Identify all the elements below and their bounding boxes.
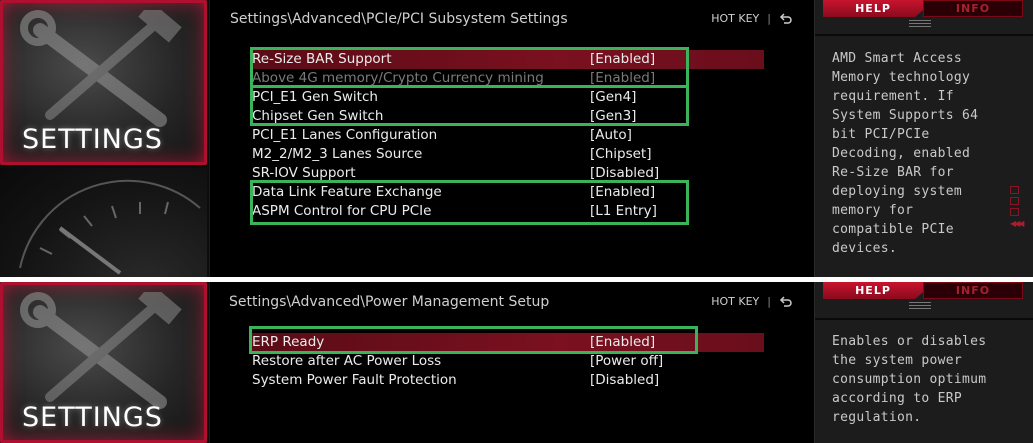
setting-data-link-feature[interactable]: Data Link Feature Exchange [Enabled] [252,183,764,202]
scroll-arrows-icon[interactable]: ◀◀◀ [1010,219,1024,228]
side-menu: SETTINGS [0,0,210,277]
setting-label: SR-IOV Support [252,165,356,181]
setting-value[interactable]: [Auto] [590,126,632,145]
setting-m2-lanes-source[interactable]: M2_2/M2_3 Lanes Source [Chipset] [252,145,764,164]
setting-value[interactable]: [Enabled] [590,333,655,352]
setting-value[interactable]: [Disabled] [590,164,659,183]
settings-list: ERP Ready [Enabled] Restore after AC Pow… [252,333,764,390]
setting-restore-ac-power[interactable]: Restore after AC Power Loss [Power off] [252,352,764,371]
gauge-icon [19,179,201,275]
setting-value[interactable]: [Enabled] [590,50,655,69]
back-arrow-icon[interactable] [779,295,792,308]
help-text: Enables or disables the system power con… [832,334,987,425]
hotkey-bar: HOT KEY | [711,295,792,308]
hotkey-separator: | [767,12,771,25]
grip-icon [909,20,931,29]
setting-value[interactable]: [Chipset] [590,145,651,164]
setting-value[interactable]: [Disabled] [590,371,659,390]
hotkey-separator: | [767,295,771,308]
setting-sr-iov[interactable]: SR-IOV Support [Disabled] [252,164,764,183]
help-text: AMD Smart Access Memory technology requi… [832,51,979,256]
setting-value[interactable]: [L1 Entry] [590,202,657,221]
scroll-step-icon [1010,186,1019,194]
settings-main: Settings\Advanced\PCIe/PCI Subsystem Set… [212,0,810,277]
setting-above-4g: Above 4G memory/Crypto Currency mining [… [252,69,764,88]
setting-value[interactable]: [Power off] [590,352,663,371]
side-menu: SETTINGS [0,282,210,443]
setting-pcie1-lanes-config[interactable]: PCI_E1 Lanes Configuration [Auto] [252,126,764,145]
tab-info[interactable]: INFO [923,0,1023,17]
scroll-step-icon [1010,208,1019,216]
setting-label: Chipset Gen Switch [252,108,384,124]
breadcrumb: Settings\Advanced\PCIe/PCI Subsystem Set… [230,11,568,27]
help-tabs: HELP INFO [819,282,1031,309]
grip-icon [909,302,931,311]
help-divider [815,34,1033,36]
back-arrow-icon[interactable] [779,12,792,25]
setting-label: ERP Ready [252,334,325,350]
setting-power-fault-protection[interactable]: System Power Fault Protection [Disabled] [252,371,764,390]
help-panel: HELP INFO AMD Smart Access Memory techno… [814,0,1033,277]
hotkey-label[interactable]: HOT KEY [711,295,759,308]
setting-erp-ready[interactable]: ERP Ready [Enabled] [252,333,764,352]
setting-label: ASPM Control for CPU PCIe [252,203,432,219]
setting-label: Data Link Feature Exchange [252,184,442,200]
settings-tile-label: SETTINGS [22,402,163,433]
setting-aspm-cpu-pcie[interactable]: ASPM Control for CPU PCIe [L1 Entry] [252,202,764,221]
setting-label: Re-Size BAR Support [252,51,392,67]
setting-label: PCI_E1 Lanes Configuration [252,127,438,143]
settings-tile[interactable]: SETTINGS [0,282,207,443]
setting-pcie1-gen-switch[interactable]: PCI_E1 Gen Switch [Gen4] [252,88,764,107]
breadcrumb: Settings\Advanced\Power Management Setup [229,294,550,310]
settings-main: Settings\Advanced\Power Management Setup… [212,282,810,443]
gauge-tile[interactable] [0,168,207,277]
tab-help[interactable]: HELP [823,282,923,299]
settings-list: Re-Size BAR Support [Enabled] Above 4G m… [252,50,764,221]
setting-label: Restore after AC Power Loss [252,353,442,369]
scroll-step-icon [1010,197,1019,205]
setting-value[interactable]: [Gen3] [590,107,636,126]
setting-resize-bar[interactable]: Re-Size BAR Support [Enabled] [252,50,764,69]
tab-help[interactable]: HELP [823,0,923,17]
help-scrollbar[interactable]: ◀◀◀ [1010,186,1024,228]
setting-label: PCI_E1 Gen Switch [252,89,378,105]
pcie-settings-panel: SETTINGS Settings\Advanced\PCIe/PCI Subs… [0,0,1033,277]
help-divider [815,318,1033,320]
setting-label: M2_2/M2_3 Lanes Source [252,146,423,162]
setting-value: [Enabled] [590,70,656,86]
hotkey-bar: HOT KEY | [711,12,792,25]
settings-tile[interactable]: SETTINGS [0,0,207,165]
setting-label: Above 4G memory/Crypto Currency mining [252,70,544,86]
setting-value[interactable]: [Enabled] [590,183,655,202]
setting-label: System Power Fault Protection [252,372,457,388]
hotkey-label[interactable]: HOT KEY [711,12,759,25]
help-tabs: HELP INFO [819,0,1031,27]
setting-chipset-gen-switch[interactable]: Chipset Gen Switch [Gen3] [252,107,764,126]
power-management-panel: SETTINGS Settings\Advanced\Power Managem… [0,282,1033,443]
setting-value[interactable]: [Gen4] [590,88,636,107]
settings-tile-label: SETTINGS [22,124,163,155]
help-panel: HELP INFO Enables or disables the system… [814,282,1033,443]
wrench-hammer-icon [20,292,182,409]
tab-info[interactable]: INFO [923,282,1023,299]
wrench-hammer-icon [20,10,182,127]
